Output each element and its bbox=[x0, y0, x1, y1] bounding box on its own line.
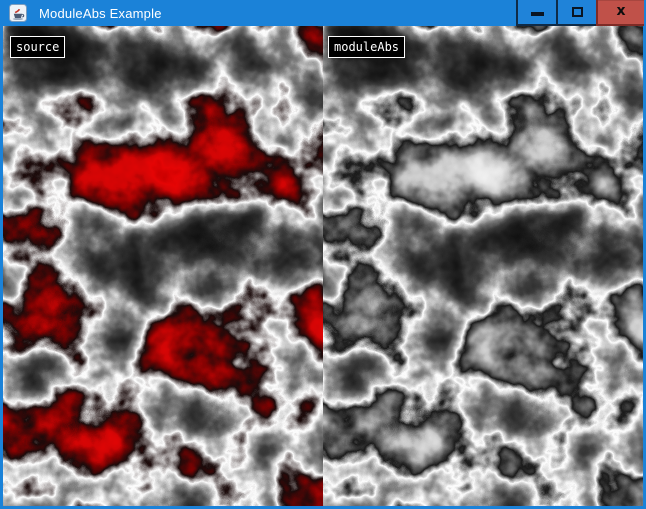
minimize-button[interactable] bbox=[516, 0, 556, 26]
app-window: ModuleAbs Example x source moduleAbs bbox=[0, 0, 646, 509]
moduleabs-image-panel: moduleAbs bbox=[323, 26, 643, 506]
source-image-label: source bbox=[10, 36, 65, 58]
maximize-icon bbox=[572, 7, 583, 17]
window-controls: x bbox=[516, 0, 644, 26]
source-image-panel: source bbox=[3, 26, 323, 506]
java-coffee-cup-icon bbox=[9, 4, 27, 22]
source-noise-image bbox=[3, 26, 323, 506]
content-area: source moduleAbs bbox=[3, 26, 643, 506]
moduleabs-image-label: moduleAbs bbox=[328, 36, 405, 58]
moduleabs-noise-image bbox=[323, 26, 643, 506]
maximize-button[interactable] bbox=[556, 0, 596, 26]
minimize-icon bbox=[531, 12, 544, 16]
close-button[interactable]: x bbox=[596, 0, 644, 26]
titlebar[interactable]: ModuleAbs Example x bbox=[0, 0, 646, 26]
window-title: ModuleAbs Example bbox=[39, 6, 162, 21]
close-icon: x bbox=[616, 4, 625, 18]
